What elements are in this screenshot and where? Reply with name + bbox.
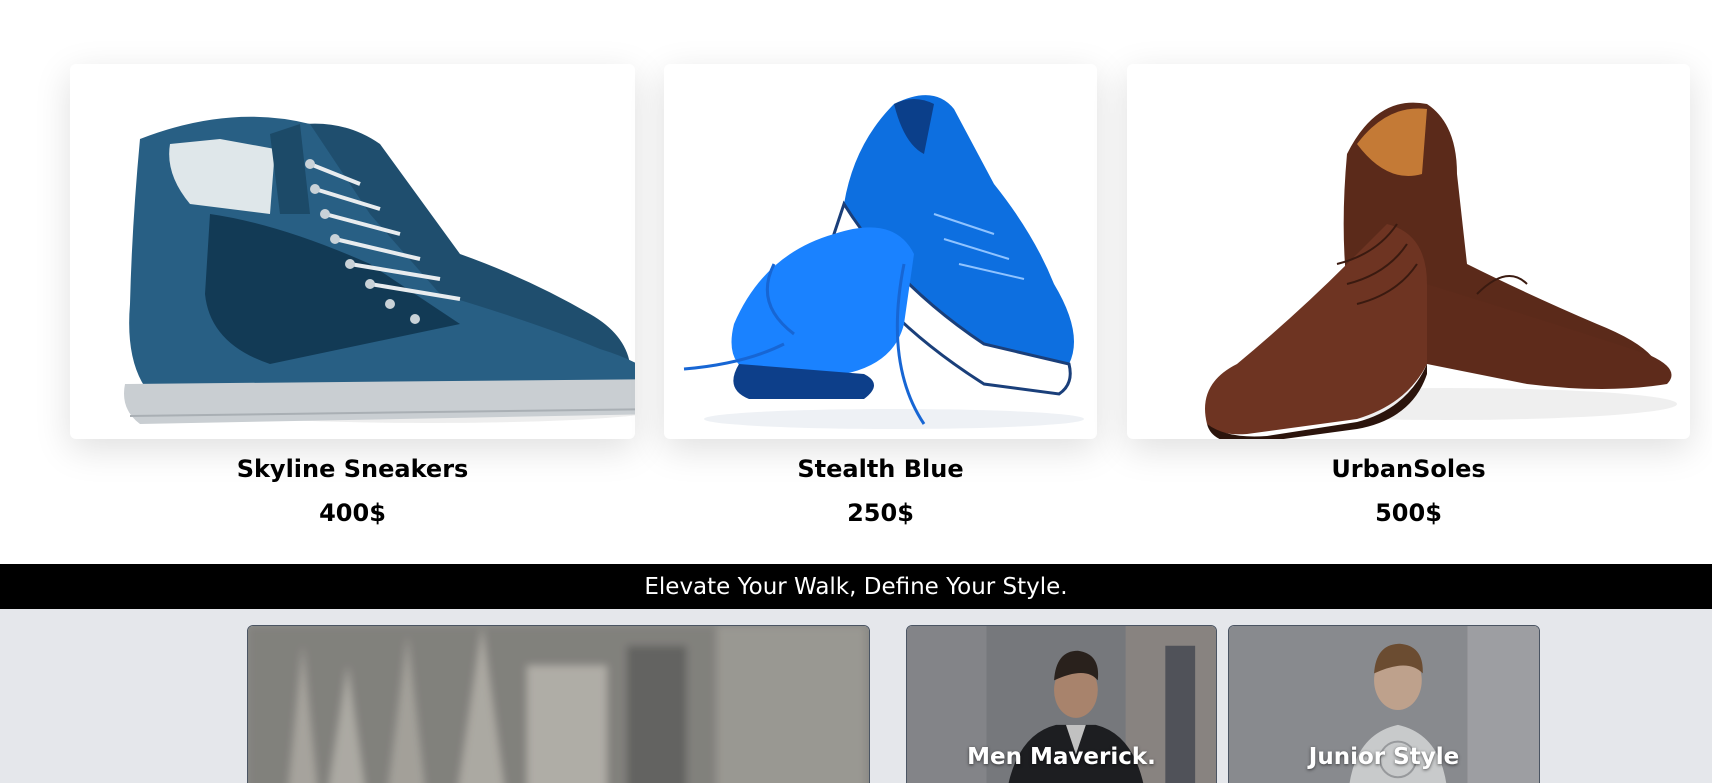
product-price: 500$ xyxy=(1375,499,1442,527)
product-name[interactable]: UrbanSoles xyxy=(1127,453,1690,485)
category-tile-men[interactable]: Men Maverick. xyxy=(906,625,1217,783)
product-name[interactable]: Skyline Sneakers xyxy=(70,453,635,485)
category-label: Junior Style xyxy=(1308,744,1460,770)
product-card[interactable]: Skyline Sneakers 400$ xyxy=(70,64,635,529)
category-tile-junior[interactable]: Junior Style xyxy=(1228,625,1540,783)
product-price: 250$ xyxy=(847,499,914,527)
product-price: 400$ xyxy=(319,499,386,527)
category-section: Men Maverick. Junior Style xyxy=(0,609,1712,783)
city-image xyxy=(248,626,869,783)
product-name[interactable]: Stealth Blue xyxy=(664,453,1097,485)
category-tile-city[interactable] xyxy=(247,625,870,783)
featured-products: Skyline Sneakers 400$ Stealth Blue 250$ … xyxy=(0,0,1712,564)
product-image-blue-high-top-sneakers[interactable] xyxy=(70,64,635,439)
sneaker-icon xyxy=(124,116,635,424)
oxford-shoe-icon xyxy=(1205,102,1677,439)
tagline-text: Elevate Your Walk, Define Your Style. xyxy=(644,573,1068,600)
category-label: Men Maverick. xyxy=(967,744,1156,770)
product-card[interactable]: Stealth Blue 250$ xyxy=(664,64,1097,529)
running-shoe-icon xyxy=(683,95,1084,429)
product-image-blue-running-shoes[interactable] xyxy=(664,64,1097,439)
tagline-banner: Elevate Your Walk, Define Your Style. xyxy=(0,564,1712,609)
product-card[interactable]: UrbanSoles 500$ xyxy=(1127,64,1690,529)
product-image-brown-oxford-shoes[interactable] xyxy=(1127,64,1690,439)
